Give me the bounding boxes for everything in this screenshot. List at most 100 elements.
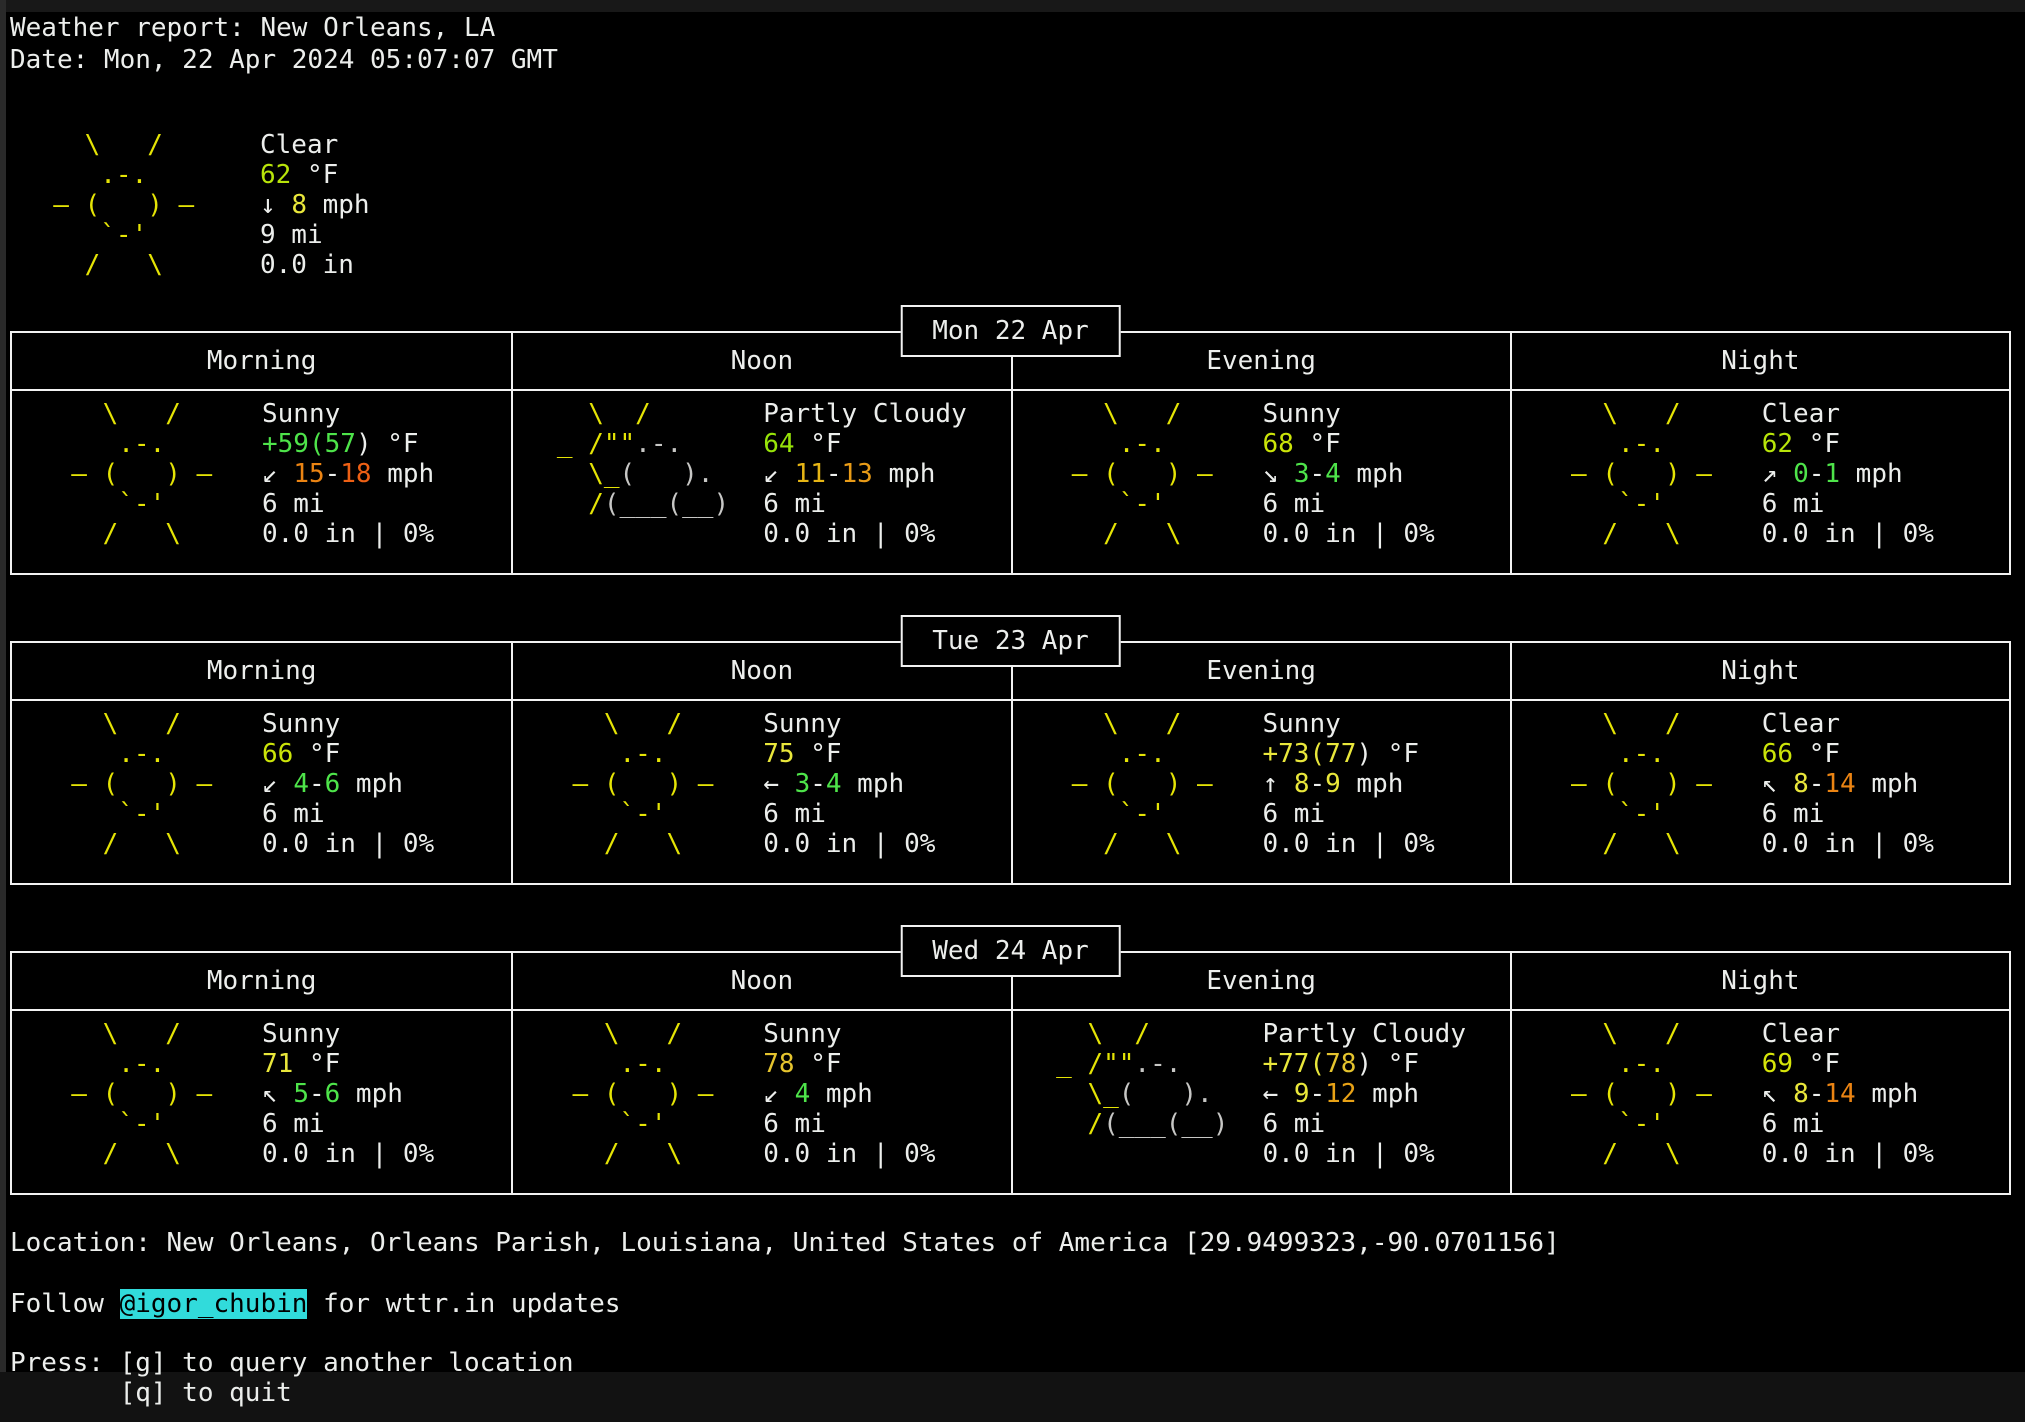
forecast-cell-noon: \ / .-. ― ( ) ― `-' / \Sunny78 °F↙ 4 mph… <box>511 1011 1010 1193</box>
colored-text-segment: 8 <box>291 190 307 220</box>
colored-text-segment: .-. <box>1540 739 1665 769</box>
visibility-value: 6 mi <box>1762 799 2009 829</box>
condition-label: Sunny <box>262 709 511 739</box>
visibility-value: 6 mi <box>262 799 511 829</box>
colored-text-segment: .-. <box>1134 1049 1181 1079</box>
colored-text-segment: `-' <box>22 220 147 250</box>
colored-text-segment: / \ <box>541 829 682 859</box>
colored-text-segment: ― ( ) ― <box>1540 1079 1712 1109</box>
colored-text-segment: / \ <box>1540 829 1681 859</box>
colored-text-segment: °F <box>1793 1049 1840 1079</box>
colored-text-segment: `-' <box>541 799 666 829</box>
wind-value: ↙ 4 mph <box>763 1079 1010 1109</box>
wind-value: ↙ 4-6 mph <box>262 769 511 799</box>
colored-text-segment: ↘ <box>1263 459 1294 489</box>
colored-text-segment: °F <box>1793 429 1840 459</box>
colored-text-segment: - <box>309 769 325 799</box>
visibility-value: 6 mi <box>1762 1109 2009 1139</box>
colored-text-segment: `-' <box>1041 489 1166 519</box>
colored-text-segment: \ / <box>1540 1019 1681 1049</box>
colored-text-segment: / <box>1041 1109 1104 1139</box>
colored-text-segment: ↖ <box>1762 1079 1793 1109</box>
column-header-night: Night <box>1510 333 2009 389</box>
colored-text-segment: `-' <box>1540 799 1665 829</box>
date-label: Mon 22 Apr <box>932 316 1089 346</box>
colored-text-segment: .-. <box>22 160 147 190</box>
colored-text-segment: °F <box>293 1049 340 1079</box>
colored-text-segment: °F <box>795 429 842 459</box>
colored-text-segment: ← <box>1263 1079 1294 1109</box>
colored-text-segment: (___(__) <box>604 489 729 519</box>
colored-text-segment: +59( <box>262 429 325 459</box>
colored-text-segment: 14 <box>1824 1079 1855 1109</box>
colored-text-segment: 5 <box>293 1079 309 1109</box>
weather-cell-text: Sunny+73(77) °F↑ 8-9 mph6 mi0.0 in | 0% <box>1263 709 1510 883</box>
sunny-icon: \ / .-. ― ( ) ― `-' / \ <box>12 709 262 883</box>
colored-text-segment: 78 <box>1325 1049 1356 1079</box>
date-label: Wed 24 Apr <box>932 936 1089 966</box>
date-box: Wed 24 Apr <box>900 925 1121 977</box>
wind-value: ↗ 0-1 mph <box>1762 459 2009 489</box>
colored-text-segment: ↖ <box>262 1079 293 1109</box>
colored-text-segment: 69 <box>1762 1049 1793 1079</box>
colored-text-segment: mph <box>1341 769 1404 799</box>
precipitation-value: 0.0 in | 0% <box>1263 519 1510 549</box>
colored-text-segment: mph <box>1856 1079 1919 1109</box>
forecast-cell-evening: \ / .-. ― ( ) ― `-' / \Sunny+73(77) °F↑ … <box>1011 701 1510 883</box>
temperature-value: 68 °F <box>1263 429 1510 459</box>
colored-text-segment: - <box>826 459 842 489</box>
colored-text-segment: ― ( ) ― <box>22 190 194 220</box>
colored-text-segment: / \ <box>541 1139 682 1169</box>
colored-text-segment: - <box>1309 769 1325 799</box>
colored-text-segment: \ / <box>1540 709 1681 739</box>
colored-text-segment: / \ <box>1041 829 1182 859</box>
clear-icon: \ / .-. ― ( ) ― `-' / \ <box>1512 709 1762 883</box>
condition-label: Sunny <box>763 709 1010 739</box>
forecast-cell-night: \ / .-. ― ( ) ― `-' / \Clear69 °F↖ 8-14 … <box>1510 1011 2009 1193</box>
wind-value: ← 9-12 mph <box>1263 1079 1510 1109</box>
colored-text-segment: °F <box>372 429 419 459</box>
weather-cell-text: Sunny71 °F↖ 5-6 mph6 mi0.0 in | 0% <box>262 1019 511 1193</box>
colored-text-segment: - <box>810 769 826 799</box>
colored-text-segment: ― ( ) ― <box>40 459 212 489</box>
precipitation-value: 0.0 in | 0% <box>262 829 511 859</box>
colored-text-segment: 4 <box>826 769 842 799</box>
colored-text-segment: `-' <box>541 1109 666 1139</box>
weather-cell-text: Sunny68 °F↘ 3-4 mph6 mi0.0 in | 0% <box>1263 399 1510 573</box>
colored-text-segment: ― ( ) ― <box>541 1079 713 1109</box>
partly-cloudy-icon: \ / _ /"".-. \_( ). /(___(__) <box>1013 1019 1263 1193</box>
colored-text-segment: 0 <box>1793 459 1809 489</box>
press-hint-query: Press: [g] to query another location <box>10 1348 2011 1378</box>
colored-text-segment: .-. <box>541 739 666 769</box>
follow-line: Follow @igor_chubin for wttr.in updates <box>10 1289 2011 1319</box>
temperature-value: 64 °F <box>763 429 1010 459</box>
colored-text-segment: .-. <box>40 1049 165 1079</box>
colored-text-segment: \ / <box>541 1019 682 1049</box>
colored-text-segment: mph <box>1840 459 1903 489</box>
colored-text-segment: 15 <box>293 459 324 489</box>
colored-text-segment: 14 <box>1824 769 1855 799</box>
colored-text-segment: / <box>541 489 604 519</box>
colored-text-segment: mph <box>1356 1079 1419 1109</box>
colored-text-segment: 68 <box>1263 429 1294 459</box>
visibility-value: 6 mi <box>1263 799 1510 829</box>
colored-text-segment: \_ <box>1041 1079 1119 1109</box>
wind-value: ↑ 8-9 mph <box>1263 769 1510 799</box>
forecast-days: Mon 22 AprMorningNoonEveningNight \ / .-… <box>10 305 2011 1195</box>
terminal-content: Weather report: New Orleans, LA Date: Mo… <box>10 12 2011 1408</box>
forecast-table: MorningNoonEveningNight \ / .-. ― ( ) ― … <box>10 331 2011 575</box>
colored-text-segment: 8 <box>1294 769 1310 799</box>
colored-text-segment: ― ( ) ― <box>541 769 713 799</box>
condition-label: Sunny <box>1263 709 1510 739</box>
visibility-value: 9 mi <box>260 220 2011 250</box>
window-top-edge <box>0 0 2025 12</box>
colored-text-segment: ― ( ) ― <box>40 769 212 799</box>
temperature-value: 66 °F <box>262 739 511 769</box>
clear-icon: \ / .-. ― ( ) ― `-' / \ <box>1512 399 1762 573</box>
visibility-value: 6 mi <box>1263 489 1510 519</box>
colored-text-segment: .-. <box>1540 429 1665 459</box>
temperature-value: 62 °F <box>1762 429 2009 459</box>
colored-text-segment: _ /"" <box>541 429 635 459</box>
weather-cell-text: Clear69 °F↖ 8-14 mph6 mi0.0 in | 0% <box>1762 1019 2009 1193</box>
colored-text-segment: `-' <box>40 489 165 519</box>
